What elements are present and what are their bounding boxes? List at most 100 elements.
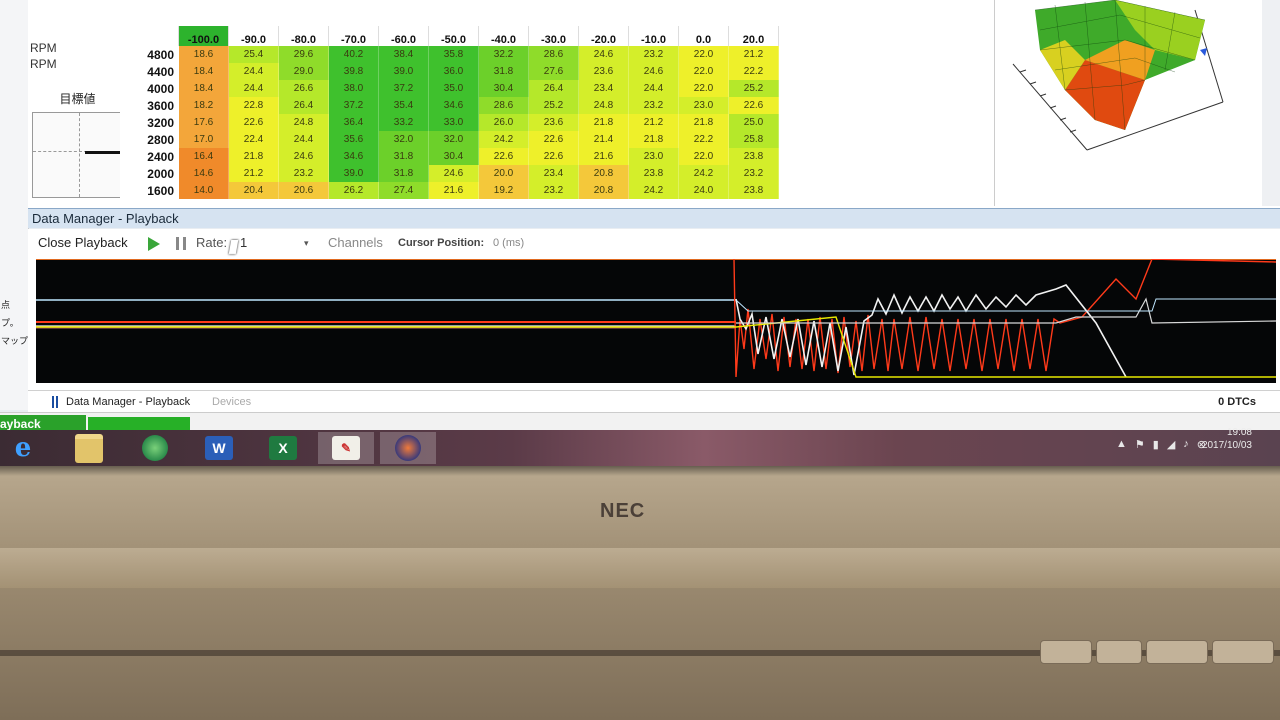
column-header[interactable]: -70.0 (328, 26, 379, 46)
map-cell[interactable]: 21.2 (228, 165, 279, 182)
taskbar-app-button[interactable] (132, 432, 178, 464)
map-cell[interactable]: 23.8 (628, 165, 679, 182)
map-cell[interactable]: 21.8 (228, 148, 279, 165)
map-cell[interactable]: 29.6 (278, 46, 329, 63)
map-cell[interactable]: 26.6 (278, 80, 329, 97)
map-cell[interactable]: 26.2 (328, 182, 379, 199)
map-cell[interactable]: 14.0 (178, 182, 229, 199)
map-cell[interactable]: 18.2 (178, 97, 229, 114)
map-cell[interactable]: 34.6 (328, 148, 379, 165)
map-cell[interactable]: 22.6 (528, 148, 579, 165)
dropdown-arrow-icon[interactable]: ▾ (304, 229, 309, 257)
volume-icon[interactable]: ♪ (1183, 438, 1189, 451)
map-cell[interactable]: 26.4 (528, 80, 579, 97)
map-cell[interactable]: 26.0 (478, 114, 529, 131)
taskbar-paint-button[interactable]: ✎ (318, 432, 374, 464)
map-cell[interactable]: 24.2 (628, 182, 679, 199)
map-cell[interactable]: 23.4 (578, 80, 629, 97)
map-scrollbar[interactable] (1262, 0, 1280, 206)
map-cell[interactable]: 28.6 (478, 97, 529, 114)
column-header[interactable]: -30.0 (528, 26, 579, 46)
column-header[interactable]: -100.0 (178, 26, 229, 46)
map-cell[interactable]: 17.0 (178, 131, 229, 148)
map-cell[interactable]: 22.2 (728, 63, 779, 80)
map-cell[interactable]: 22.2 (678, 131, 729, 148)
map-cell[interactable]: 23.8 (728, 148, 779, 165)
map-cell[interactable]: 35.8 (428, 46, 479, 63)
map-cell[interactable]: 22.0 (678, 148, 729, 165)
fuel-map-table[interactable]: -100.0 -90.0 -80.0 -70.0 -60.0 -50.0 -40.0 -30.… (120, 26, 779, 199)
map-cell[interactable]: 20.8 (578, 182, 629, 199)
rpm-row-header[interactable]: 2800 (120, 131, 179, 148)
map-cell[interactable]: 39.8 (328, 63, 379, 80)
map-cell[interactable]: 26.4 (278, 97, 329, 114)
map-cell[interactable]: 24.6 (578, 46, 629, 63)
map-cell[interactable]: 23.6 (528, 114, 579, 131)
map-cell[interactable]: 30.4 (478, 80, 529, 97)
map-cell[interactable]: 24.0 (678, 182, 729, 199)
map-cell[interactable]: 20.4 (228, 182, 279, 199)
map-cell[interactable]: 18.6 (178, 46, 229, 63)
play-icon[interactable] (148, 237, 160, 251)
column-header[interactable]: -10.0 (628, 26, 679, 46)
map-cell[interactable]: 27.4 (378, 182, 429, 199)
map-cell[interactable]: 24.8 (578, 97, 629, 114)
rpm-row-header[interactable]: 4000 (120, 80, 179, 97)
map-cell[interactable]: 18.4 (178, 80, 229, 97)
column-header[interactable]: -20.0 (578, 26, 629, 46)
left-sidebar-item[interactable]: マップ (0, 332, 28, 350)
map-cell[interactable]: 23.2 (628, 97, 679, 114)
map-cell[interactable]: 28.6 (528, 46, 579, 63)
map-cell[interactable]: 30.4 (428, 148, 479, 165)
map-cell[interactable]: 31.8 (478, 63, 529, 80)
show-hidden-icons-icon[interactable]: ▲ (1116, 438, 1127, 451)
map-cell[interactable]: 24.4 (628, 80, 679, 97)
map-cell[interactable]: 23.2 (528, 182, 579, 199)
taskbar-word-button[interactable]: W (196, 432, 242, 464)
map-cell[interactable]: 17.6 (178, 114, 229, 131)
map-cell[interactable]: 32.0 (428, 131, 479, 148)
playback-plot[interactable] (36, 258, 1277, 383)
taskbar-clock[interactable]: 19:08 2017/10/03 (1202, 426, 1252, 452)
map-cell[interactable]: 16.4 (178, 148, 229, 165)
rpm-row-header[interactable]: 2400 (120, 148, 179, 165)
map-cell[interactable]: 21.8 (628, 131, 679, 148)
flag-icon[interactable]: ⚑ (1135, 438, 1145, 451)
taskbar-ie-button[interactable]: e (0, 432, 46, 464)
map-cell[interactable]: 32.2 (478, 46, 529, 63)
channels-button[interactable]: Channels (328, 229, 383, 257)
map-cell[interactable]: 20.0 (478, 165, 529, 182)
map-cell[interactable]: 33.0 (428, 114, 479, 131)
left-sidebar-item[interactable]: プ。 (0, 314, 28, 332)
tab-devices[interactable]: Devices (212, 391, 251, 413)
map-cell[interactable]: 29.0 (278, 63, 329, 80)
rpm-row-header[interactable]: 1600 (120, 182, 179, 199)
map-cell[interactable]: 22.4 (228, 131, 279, 148)
map-cell[interactable]: 31.8 (378, 148, 429, 165)
column-header[interactable]: 0.0 (678, 26, 729, 46)
map-cell[interactable]: 21.8 (678, 114, 729, 131)
map-cell[interactable]: 36.4 (328, 114, 379, 131)
map-cell[interactable]: 40.2 (328, 46, 379, 63)
map-cell[interactable]: 23.6 (578, 63, 629, 80)
map-cell[interactable]: 21.8 (578, 114, 629, 131)
map-cell[interactable]: 21.6 (428, 182, 479, 199)
map-cell[interactable]: 37.2 (328, 97, 379, 114)
map-cell[interactable]: 37.2 (378, 80, 429, 97)
map-cell[interactable]: 21.2 (628, 114, 679, 131)
map-cell[interactable]: 22.6 (528, 131, 579, 148)
map-cell[interactable]: 18.4 (178, 63, 229, 80)
map-cell[interactable]: 36.0 (428, 63, 479, 80)
map-cell[interactable]: 24.6 (628, 63, 679, 80)
map-cell[interactable]: 25.0 (728, 114, 779, 131)
column-header[interactable]: -60.0 (378, 26, 429, 46)
map-cell[interactable]: 22.0 (678, 63, 729, 80)
map-cell[interactable]: 34.6 (428, 97, 479, 114)
map-cell[interactable]: 14.6 (178, 165, 229, 182)
map-cell[interactable]: 19.2 (478, 182, 529, 199)
map-cell[interactable]: 31.8 (378, 165, 429, 182)
map-cell[interactable]: 38.4 (378, 46, 429, 63)
map-cell[interactable]: 25.8 (728, 131, 779, 148)
map-cell[interactable]: 24.8 (278, 114, 329, 131)
rpm-row-header[interactable]: 3200 (120, 114, 179, 131)
